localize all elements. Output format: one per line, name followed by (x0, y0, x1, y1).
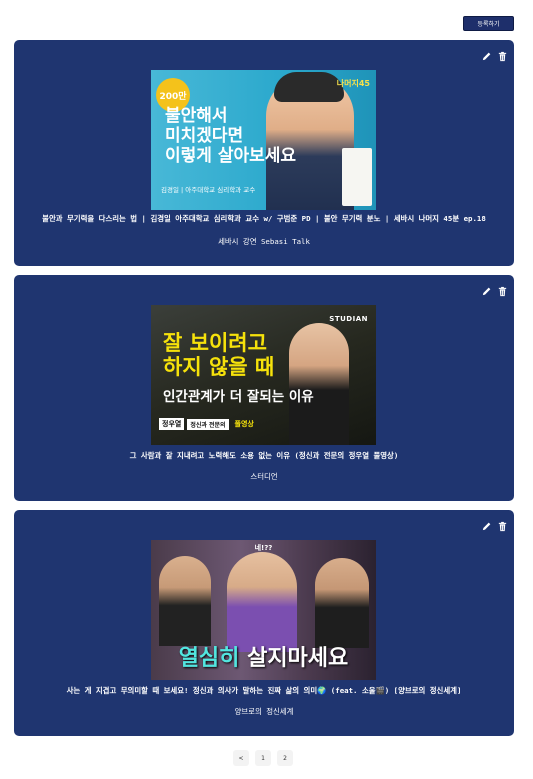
prev-page-button[interactable]: < (233, 750, 249, 766)
video-title[interactable]: 불안과 무기력을 다스리는 법 | 김경일 아주대학교 심리학과 교수 w/ 구… (14, 213, 514, 224)
edit-icon[interactable] (481, 521, 492, 532)
brand-logo: STUDIAN (329, 315, 368, 323)
person-center (227, 552, 297, 652)
thumb-line-3: 인간관계가 더 잘되는 이유 (163, 389, 314, 405)
headline-rest: 살지마세요 (239, 646, 349, 671)
headline-highlight: 열심히 (178, 646, 240, 671)
delete-icon[interactable] (497, 521, 508, 532)
thumb-line-1: 불안해서 (165, 106, 228, 126)
video-title[interactable]: 사는 게 지겹고 무의미할 때 보세요! 정신과 의사가 말하는 진짜 삶의 의… (14, 685, 514, 696)
caption-role: 정신과 전문의 (187, 418, 229, 430)
video-thumbnail[interactable]: 200만 불안해서 미치겠다면 이렇게 살아보세요 김경일 | 아주대학교 심리… (151, 70, 376, 210)
video-card-2: STUDIAN 잘 보이려고 하지 않을 때 인간관계가 더 잘되는 이유 정우… (14, 275, 514, 501)
page-1-button[interactable]: 1 (255, 750, 271, 766)
speaker-hair (274, 72, 344, 102)
video-card-3: 네!?? 열심히 살지마세요 사는 게 지겹고 무의미할 때 보세요! 정신과 … (14, 510, 514, 736)
pagination: < 1 2 (233, 750, 293, 766)
person-right (315, 558, 369, 648)
channel-name: 양브로의 정신세계 (234, 707, 294, 716)
channel-name: 세바시 강연 Sebasi Talk (218, 237, 310, 246)
delete-icon[interactable] (497, 51, 508, 62)
video-title[interactable]: 그 사람과 잘 지내려고 노력해도 소용 없는 이유 (정신과 전문의 정우열 … (14, 450, 514, 461)
channel-name: 스터디언 (250, 472, 278, 481)
speaker-photo (289, 323, 349, 445)
video-thumbnail[interactable]: 네!?? 열심히 살지마세요 (151, 540, 376, 680)
video-thumbnail[interactable]: STUDIAN 잘 보이려고 하지 않을 때 인간관계가 더 잘되는 이유 정우… (151, 305, 376, 445)
caption-tag: 풀영상 (234, 420, 254, 428)
book-cover (342, 148, 372, 206)
person-left (159, 556, 211, 646)
delete-icon[interactable] (497, 286, 508, 297)
thumb-line-3: 이렇게 살아보세요 (165, 146, 297, 166)
edit-icon[interactable] (481, 51, 492, 62)
thumb-line-1: 잘 보이려고 (163, 331, 267, 355)
edit-icon[interactable] (481, 286, 492, 297)
video-card-1: 200만 불안해서 미치겠다면 이렇게 살아보세요 김경일 | 아주대학교 심리… (14, 40, 514, 266)
page-2-button[interactable]: 2 (277, 750, 293, 766)
register-button[interactable]: 등록하기 (463, 16, 514, 31)
series-logo: 나머지45 (336, 79, 370, 88)
thumb-line-2: 하지 않을 때 (163, 355, 275, 379)
caption-name: 정우열 (159, 418, 185, 430)
thumb-line-2: 미치겠다면 (165, 126, 244, 146)
thumb-caption: 김경일 | 아주대학교 심리학과 교수 (161, 186, 256, 194)
